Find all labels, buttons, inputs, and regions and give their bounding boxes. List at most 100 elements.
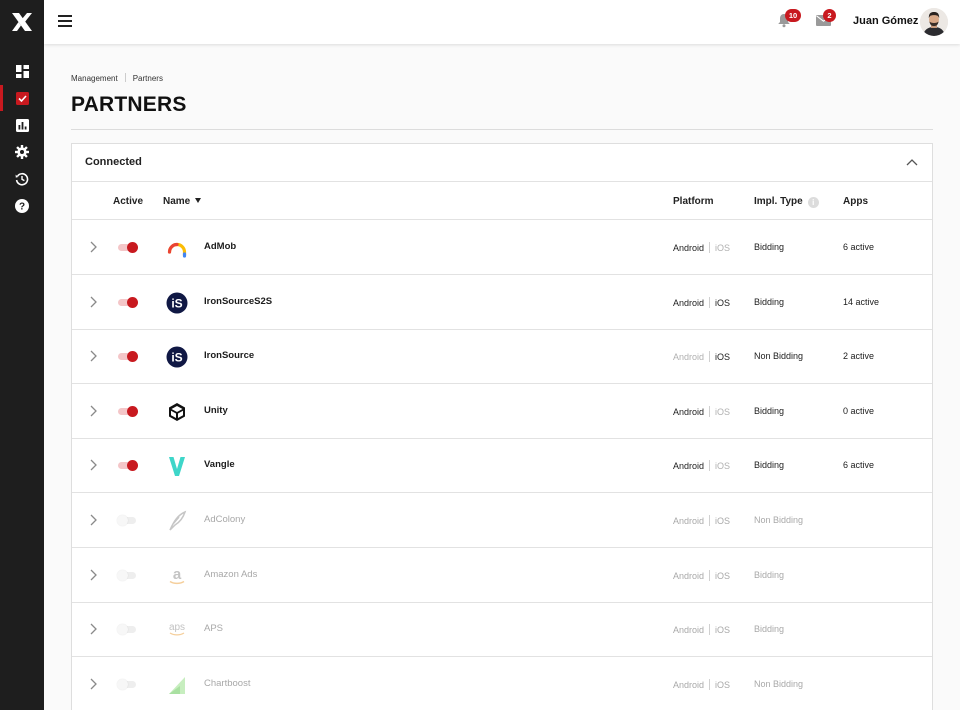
chevron-right-icon[interactable] [89,405,97,417]
platform-android: Android [673,243,705,253]
sidebar-item-reports[interactable] [0,112,44,138]
active-toggle[interactable] [118,405,138,417]
sidebar: ? [0,0,44,710]
active-toggle[interactable] [117,514,138,526]
partner-name: Unity [204,404,228,416]
notifications-button[interactable]: 10 [777,9,801,29]
sidebar-item-history[interactable] [0,166,44,192]
table-row[interactable]: AdColony Android iOS Non Bidding [72,493,932,548]
impl-type: Non Bidding [754,678,804,689]
chevron-right-icon[interactable] [89,241,97,253]
apps-count: 6 active [843,460,875,471]
table-row[interactable]: Unity Android iOS Bidding 0 active [72,384,932,439]
impl-type: Bidding [754,242,785,252]
toggle-knob [127,242,138,253]
partner-name: APS [204,623,224,635]
user-name[interactable]: Juan Gómez [853,15,918,27]
help-icon: ? [15,199,29,213]
breadcrumb-separator [124,73,126,82]
active-toggle[interactable] [118,350,138,363]
table-row[interactable]: iS IronSourceS2S Android iOS Bidding 14 activ… [72,275,932,330]
chevron-right-icon[interactable] [89,514,97,526]
unity-logo [166,401,188,423]
active-toggle[interactable] [117,678,138,690]
apps-count: 6 active [843,242,875,252]
impl-type: Bidding [754,460,785,471]
messages-badge: 2 [823,9,836,22]
table-row[interactable]: iS IronSource Android iOS Non Bidding 2 activ… [72,329,932,385]
sidebar-item-dashboard[interactable] [0,58,44,84]
top-bar: 10 2 Juan Gómez [44,0,960,44]
table-header: Active Name Platform Impl. Type i Apps [72,182,932,220]
active-toggle[interactable] [118,241,138,253]
sidebar-item-partners[interactable] [0,85,44,111]
partner-name: Amazon Ads [204,568,258,580]
toggle-knob [127,351,138,363]
table-row[interactable]: a Amazon Ads Android iOS Bidding [72,548,932,603]
page-title: PARTNERS [71,93,187,116]
platform-separator [709,242,711,253]
messages-button[interactable]: 2 [816,9,836,29]
svg-text:?: ? [19,202,25,213]
ironsource-logo: iS [166,346,188,368]
active-toggle[interactable] [117,569,138,581]
column-platform: Platform [673,196,714,207]
avatar[interactable] [920,8,948,36]
table-row[interactable]: aps APS Android iOS Bidding [72,602,932,658]
column-name[interactable]: Name [163,196,202,207]
notifications-badge: 10 [785,9,801,22]
table-row[interactable]: Vangle Android iOS Bidding 6 active [72,438,932,494]
impl-type: Bidding [754,569,785,580]
menu-icon[interactable] [58,15,72,27]
table-row[interactable]: Chartboost Android iOS Non Bidding [72,657,932,710]
impl-type: Bidding [754,296,785,307]
apps-count: 2 active [843,351,875,362]
ironsource-logo: iS [166,292,188,314]
platform-ios: iOS [715,297,731,308]
active-toggle[interactable] [118,296,138,308]
partner-name: IronSourceS2S [204,295,273,307]
toggle-knob [127,296,138,308]
breadcrumb-management[interactable]: Management [71,74,118,83]
active-toggle[interactable] [117,623,138,636]
apps-count: 14 active [843,296,880,307]
chevron-right-icon[interactable] [89,678,97,690]
panel-header[interactable]: Connected [72,144,932,182]
partners-icon [15,91,29,105]
app-logo[interactable] [0,0,44,44]
sidebar-item-help[interactable]: ? [0,193,44,219]
vangle-logo [166,455,188,477]
svg-text:a: a [173,566,182,583]
chevron-right-icon[interactable] [89,569,97,581]
toggle-knob [127,405,138,417]
breadcrumb: Management Partners [71,73,163,83]
platform-separator [709,460,711,472]
chevron-right-icon[interactable] [89,459,97,471]
amazon-logo: a [166,565,188,587]
sidebar-item-settings[interactable] [0,139,44,165]
svg-text:aps: aps [169,622,185,633]
platform-separator [709,678,711,690]
table-row[interactable]: AdMob Android iOS Bidding 6 active [72,220,932,275]
platform-ios: iOS [715,352,731,363]
platform-cell: Android iOS [673,569,730,581]
chevron-up-icon[interactable] [906,158,918,166]
dashboard-icon [15,64,29,78]
info-icon[interactable]: i [807,197,819,208]
impl-type: Bidding [754,624,785,635]
platform-android: Android [673,352,705,363]
chevron-right-icon[interactable] [89,350,97,362]
connected-panel: Connected Active Name Platform Impl. Typ… [71,143,933,710]
active-toggle[interactable] [118,459,138,472]
impl-type: Non Bidding [754,351,804,362]
platform-cell: Android iOS [673,405,730,417]
apps-count: 0 active [843,405,875,416]
platform-separator [709,624,711,636]
column-impl-type: Impl. Type i [754,196,819,208]
platform-ios: iOS [715,625,731,636]
chevron-right-icon[interactable] [89,296,97,308]
platform-android: Android [673,406,705,417]
adcolony-logo [166,510,188,532]
sort-down-icon[interactable] [195,198,202,203]
chevron-right-icon[interactable] [89,623,97,635]
